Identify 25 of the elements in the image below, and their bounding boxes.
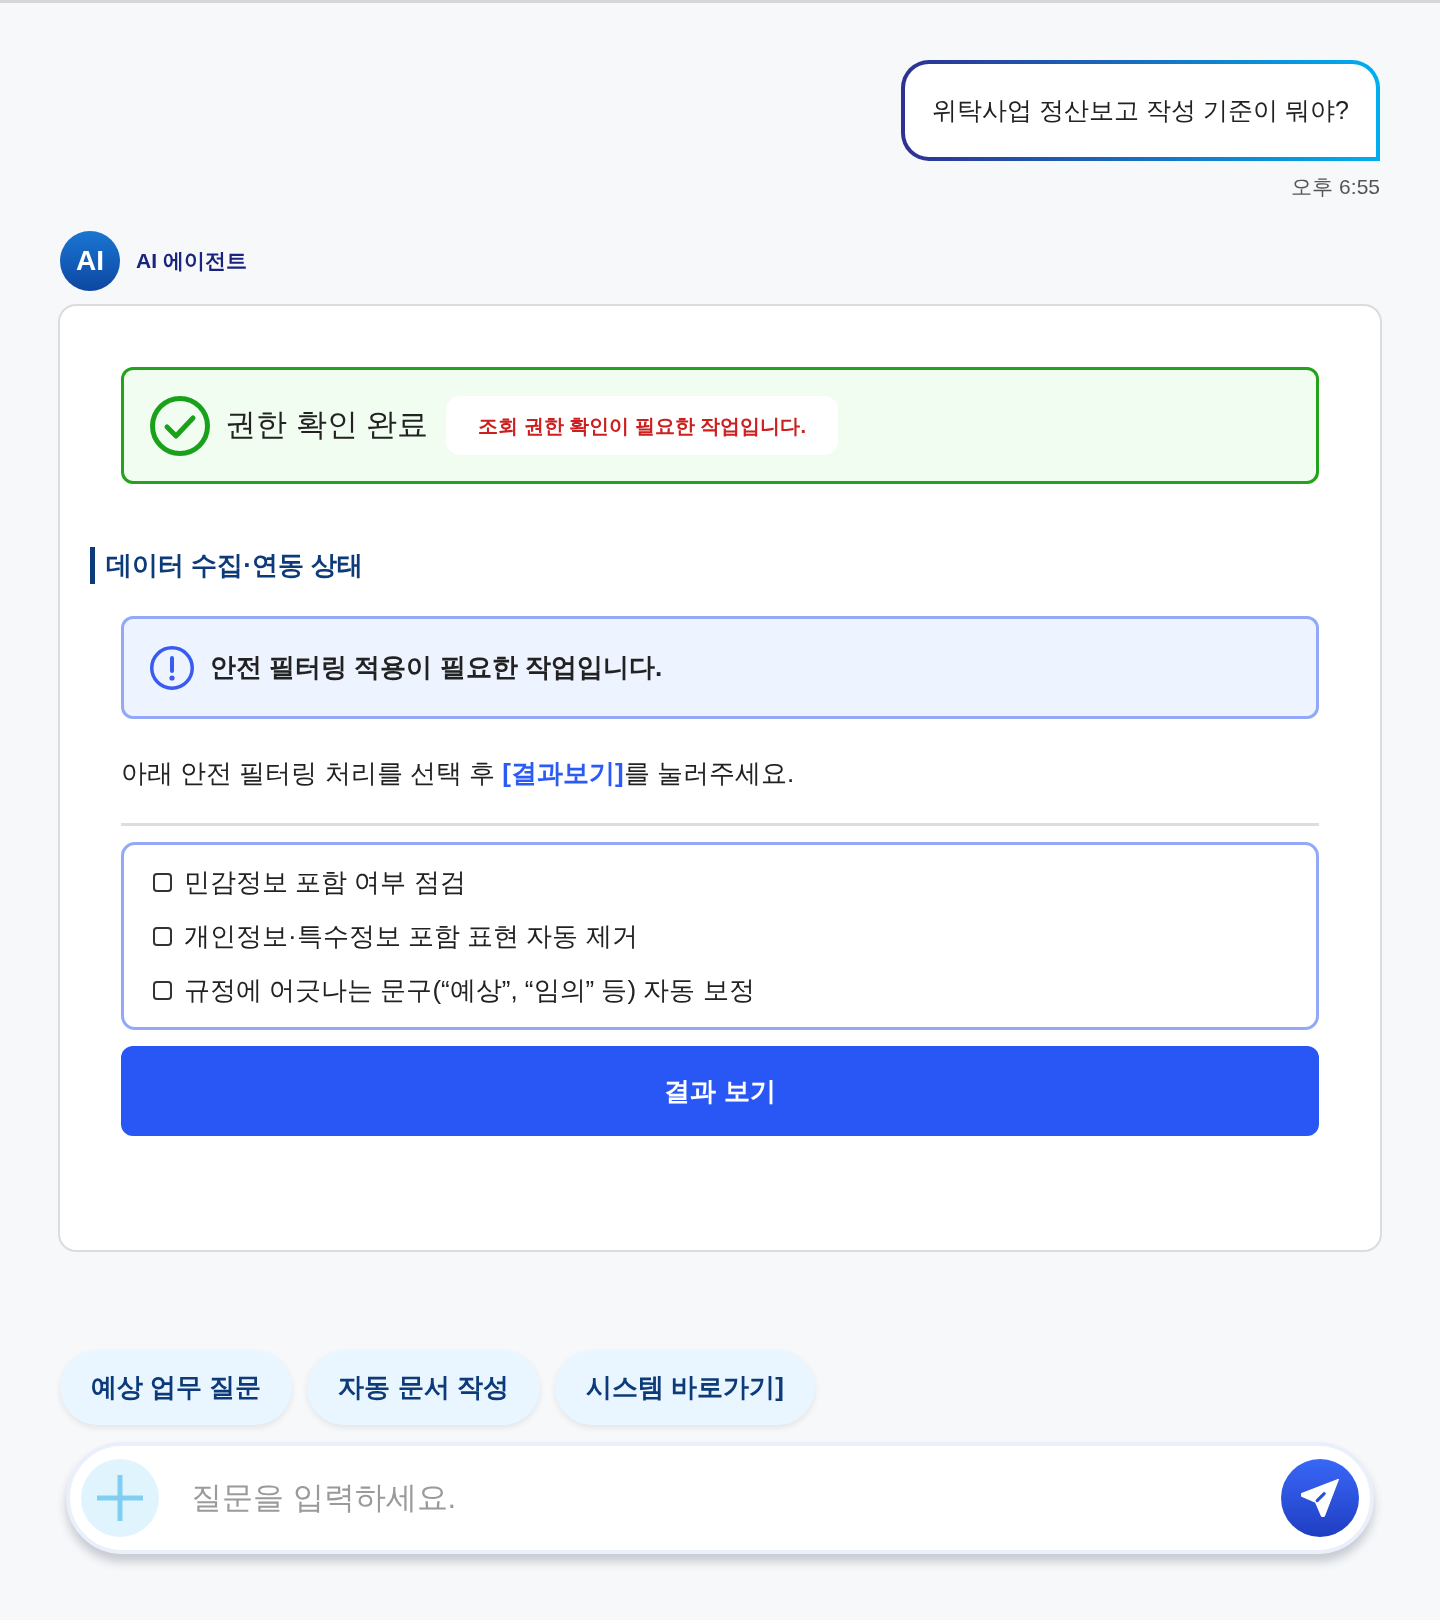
- quick-reply-chip[interactable]: 자동 문서 작성: [307, 1350, 540, 1425]
- alert-text: 안전 필터링 적용이 필요한 작업입니다.: [210, 651, 663, 684]
- agent-avatar: AI: [60, 231, 120, 291]
- send-icon: [1301, 1479, 1339, 1517]
- status-title: 권한 확인 완료: [225, 406, 429, 445]
- quick-reply-chip[interactable]: 시스템 바로가기]: [554, 1350, 815, 1425]
- checkbox[interactable]: [153, 926, 172, 946]
- checkbox[interactable]: [153, 980, 172, 1000]
- message-time: 오후 6:55: [1291, 174, 1380, 200]
- status-note: 조회 권한 확인이 필요한 작업입니다.: [446, 396, 839, 455]
- plus-icon: [97, 1475, 143, 1521]
- message-input[interactable]: 질문을 입력하세요.: [189, 1473, 1251, 1523]
- result-button[interactable]: 결과 보기: [121, 1046, 1319, 1136]
- message-composer[interactable]: 질문을 입력하세요.: [66, 1442, 1374, 1554]
- section-heading: 데이터 수집·연동 상태: [90, 547, 1319, 584]
- instruction-text: 아래 안전 필터링 처리를 선택 후 [결과보기]를 눌러주세요.: [121, 757, 796, 790]
- option-label: 개인정보·특수정보 포함 표현 자동 제거: [184, 919, 638, 953]
- check-circle-icon: [150, 395, 210, 456]
- quick-reply-chip[interactable]: 예상 업무 질문: [60, 1350, 293, 1425]
- option-label: 민감정보 포함 여부 점검: [184, 865, 466, 899]
- exclamation-icon: [150, 645, 194, 690]
- agent-name: AI 에이전트: [136, 248, 247, 275]
- send-button[interactable]: [1281, 1459, 1359, 1537]
- checkbox[interactable]: [153, 872, 172, 892]
- option-label: 규정에 어긋나는 문구(“예상”, “임의” 등) 자동 보정: [184, 973, 755, 1007]
